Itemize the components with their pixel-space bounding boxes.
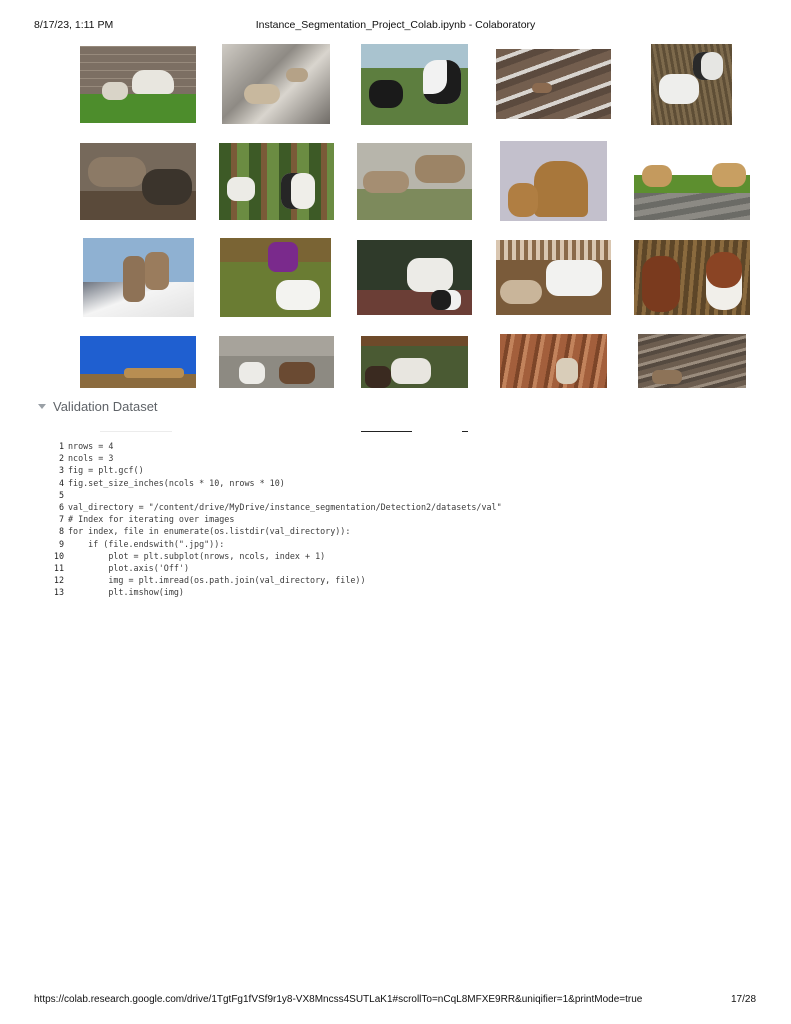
validation-dataset-section-header[interactable]: Validation Dataset — [38, 397, 158, 415]
line-number: 11 — [53, 563, 64, 574]
document-title: Instance_Segmentation_Project_Colab.ipyn… — [255, 19, 536, 31]
code-text: ncols = 3 — [68, 453, 114, 464]
line-number: 6 — [58, 502, 64, 513]
code-text: # Index for iterating over images — [68, 514, 235, 525]
code-line: 6 val_directory = "/content/drive/MyDrive… — [52, 501, 502, 513]
line-number: 9 — [58, 538, 64, 549]
goat-image-thumbnail — [500, 141, 607, 221]
code-line: 4 fig.set_size_inches(ncols * 10, nrows *… — [52, 477, 502, 489]
page-number: 17/28 — [731, 994, 757, 1005]
code-text: fig.set_size_inches(ncols * 10, nrows * … — [68, 477, 285, 488]
code-line: 1 nrows = 4 — [52, 440, 502, 452]
line-number: 3 — [58, 465, 64, 476]
faint-divider — [100, 431, 172, 432]
code-text: val_directory = "/content/drive/MyDrive/… — [68, 502, 502, 513]
goat-image-thumbnail — [80, 336, 196, 388]
code-line: 12 img = plt.imread(os.path.join(val_dir… — [52, 574, 502, 586]
code-text: img = plt.imread(os.path.join(val_direct… — [68, 575, 366, 586]
goat-image-thumbnail — [222, 44, 330, 124]
code-line: 2 ncols = 3 — [52, 452, 502, 464]
code-text: plot = plt.subplot(nrows, ncols, index +… — [68, 550, 326, 561]
goat-image-thumbnail — [83, 238, 194, 317]
code-text: plot.axis('Off') — [68, 563, 190, 574]
line-number: 8 — [58, 526, 64, 537]
goat-image-thumbnail — [80, 143, 196, 220]
code-line: 10 plot = plt.subplot(nrows, ncols, inde… — [52, 550, 502, 562]
code-line: 5 — [52, 489, 502, 501]
line-number: 10 — [53, 550, 64, 561]
line-number: 1 — [58, 441, 64, 451]
code-line: 11 plot.axis('Off') — [52, 562, 502, 574]
page-url: https://colab.research.google.com/drive/… — [34, 994, 643, 1005]
code-cell[interactable]: 1 nrows = 4 2 ncols = 3 3 fig = plt.gcf() 4 fig… — [52, 440, 502, 599]
line-number: 2 — [58, 453, 64, 464]
code-line: 13 plt.imshow(img) — [52, 586, 502, 598]
goat-image-thumbnail — [496, 240, 611, 315]
output-divider-short — [462, 431, 468, 432]
line-number: 12 — [53, 575, 64, 586]
collapse-caret-icon[interactable] — [38, 403, 46, 409]
goat-image-thumbnail — [219, 336, 334, 388]
goat-image-thumbnail — [634, 240, 750, 315]
line-number: 5 — [58, 489, 64, 500]
goat-image-thumbnail — [361, 336, 468, 388]
goat-image-thumbnail — [500, 334, 607, 388]
line-number: 7 — [58, 514, 64, 525]
line-number: 4 — [58, 477, 64, 488]
code-line: 3 fig = plt.gcf() — [52, 464, 502, 476]
goat-image-thumbnail — [634, 153, 750, 220]
code-line: 8 for index, file in enumerate(os.listdir… — [52, 525, 502, 537]
line-number: 13 — [53, 587, 64, 598]
code-line: 9 if (file.endswith(".jpg")): — [52, 538, 502, 550]
goat-image-thumbnail — [651, 44, 732, 125]
code-text: for index, file in enumerate(os.listdir(… — [68, 526, 351, 537]
goat-image-thumbnail — [496, 49, 611, 119]
section-title: Validation Dataset — [53, 398, 158, 414]
goat-image-thumbnail — [220, 238, 331, 317]
code-line: 7 # Index for iterating over images — [52, 513, 502, 525]
goat-image-thumbnail — [361, 44, 468, 125]
output-divider — [361, 431, 412, 432]
goat-image-thumbnail — [357, 143, 472, 220]
code-text: fig = plt.gcf() — [68, 465, 144, 476]
goat-image-thumbnail — [638, 334, 746, 388]
goat-image-thumbnail — [357, 240, 472, 315]
goat-image-thumbnail — [80, 46, 196, 123]
code-text: if (file.endswith(".jpg")): — [68, 538, 225, 549]
code-text: nrows = 4 — [68, 441, 114, 451]
goat-image-thumbnail — [219, 143, 334, 220]
code-text: plt.imshow(img) — [68, 587, 184, 598]
